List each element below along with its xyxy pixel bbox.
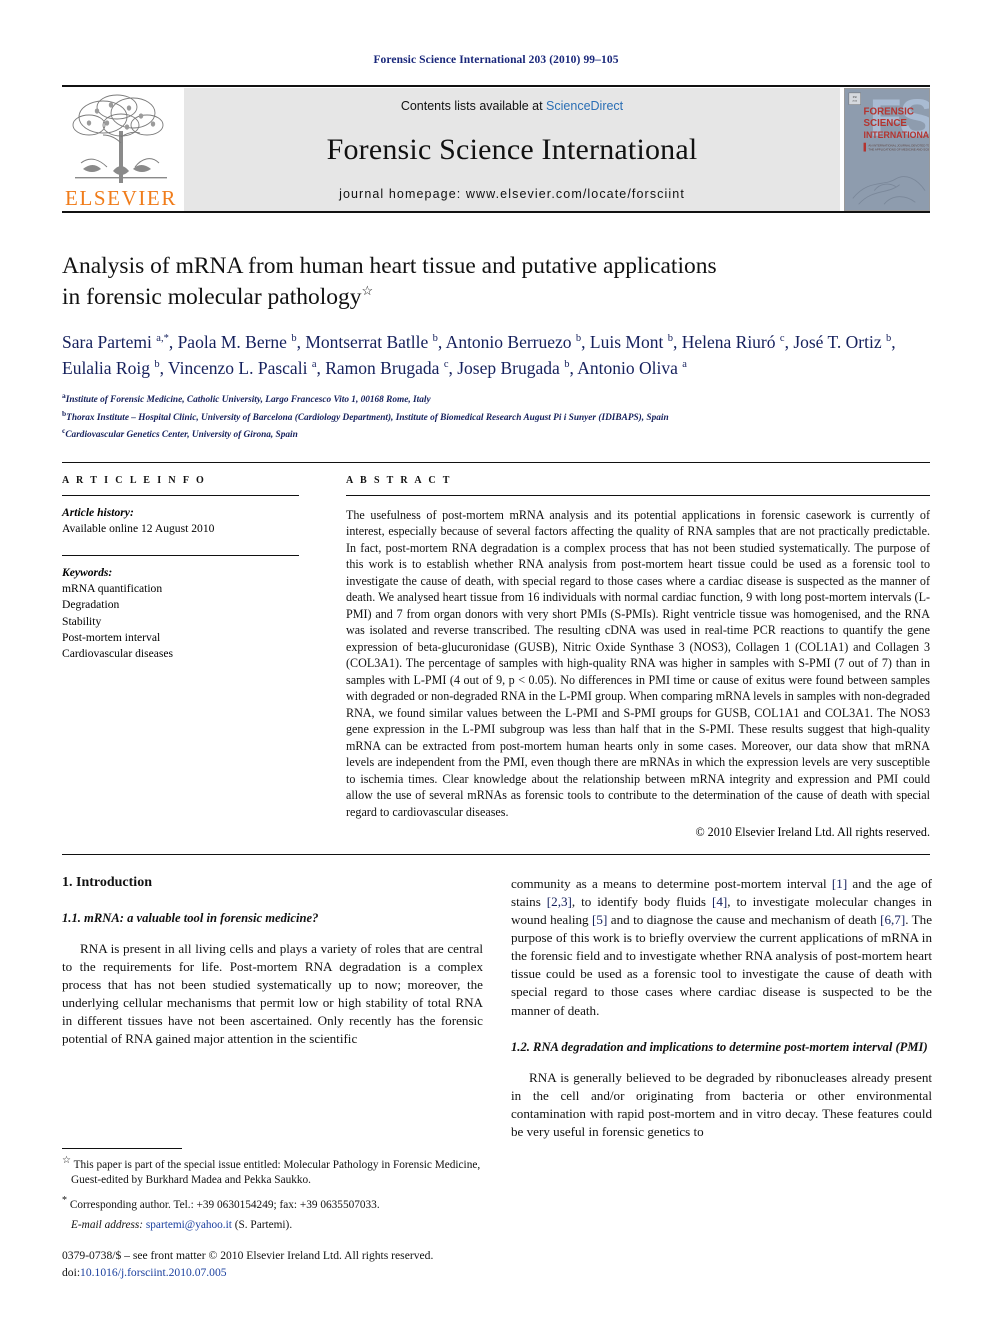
paragraph-intro-right: community as a means to determine post-m… [511,876,933,1018]
footnote-email[interactable]: E-mail address: spartemi@yahoo.it (S. Pa… [62,1218,483,1234]
keyword-item: mRNA quantification [62,582,163,596]
article-info-heading: A R T I C L E I N F O [62,474,207,486]
journal-band: Contents lists available at ScienceDirec… [184,88,840,211]
article-title-line-1: Analysis of mRNA from human heart tissue… [62,253,717,279]
article-history-label: Article history: [62,505,134,519]
svg-text:FSI: FSI [853,96,857,99]
contents-available-line: Contents lists available at ScienceDirec… [401,99,623,113]
abstract-heading: A B S T R A C T [346,474,452,486]
paragraph-intro-left: RNA is present in all living cells and p… [62,941,483,1047]
journal-title: Forensic Science International [326,133,698,166]
affiliation-list: aInstitute of Forensic Medicine, Catholi… [62,390,930,443]
journal-cover-thumbnail[interactable]: FSI 2010 FSI FORENSIC SCIENCE INTERNATIO… [844,88,930,211]
issn-frontmatter-line: 0379-0738/$ – see front matter © 2010 El… [62,1249,434,1262]
affiliation-text-b: Thorax Institute – Hospital Clinic, Univ… [66,412,669,423]
affiliation-b: bThorax Institute – Hospital Clinic, Uni… [62,408,930,426]
footnote-special-issue: ☆ This paper is part of the special issu… [62,1155,481,1187]
running-head: Forensic Science International 203 (2010… [373,54,619,66]
title-footnote-mark[interactable]: ☆ [362,284,374,299]
article-history-value: Available online 12 August 2010 [62,521,215,535]
article-title-line-2: in forensic molecular pathology [62,284,362,311]
keyword-item: Cardiovascular diseases [62,647,174,661]
affiliation-c: cCardiovascular Genetics Center, Univers… [62,425,930,443]
keyword-item: Degradation [62,598,120,612]
page-title: Analysis of mRNA from human heart tissue… [62,251,930,314]
masthead-bottom-rule [62,211,930,213]
subsection-heading-1-2: 1.2. RNA degradation and implications to… [511,1039,928,1054]
doi-line: doi:10.1016/j.forsciint.2010.07.005 [62,1265,532,1282]
article-info-column: A R T I C L E I N F O Article history: A… [62,475,315,841]
svg-text:SCIENCE: SCIENCE [864,118,908,129]
svg-text:THE APPLICATIONS OF MEDICINE A: THE APPLICATIONS OF MEDICINE AND SCIENCE [868,148,929,152]
body-right-column: community as a means to determine post-m… [511,875,932,1141]
cover-artwork: FSI 2010 FSI FORENSIC SCIENCE INTERNATIO… [845,89,929,210]
footnote-block: ☆ This paper is part of the special issu… [62,1148,483,1234]
copyright-line: © 2010 Elsevier Ireland Ltd. All rights … [695,825,930,840]
keywords-label: Keywords: [62,566,113,579]
svg-text:INTERNATIONAL: INTERNATIONAL [864,130,929,140]
journal-homepage-line[interactable]: journal homepage: www.elsevier.com/locat… [339,187,685,201]
paragraph-rna-degradation: RNA is generally believed to be degraded… [511,1069,932,1139]
author-list: Sara Partemi a,*, Paola M. Berne b, Mont… [62,331,896,378]
elsevier-tree-icon [72,94,167,183]
contents-prefix: Contents lists available at [400,99,547,113]
footnote-rule [62,1148,182,1149]
section-heading-introduction: 1. Introduction [62,875,152,891]
abstract-rule [346,494,930,496]
doi-label: doi: [62,1265,81,1279]
body-left-column: 1. Introduction 1.1. mRNA: a valuable to… [62,875,483,1141]
keyword-item: Stability [62,614,102,628]
abstract-column: A B S T R A C T The usefulness of post-m… [315,475,930,841]
title-block: Analysis of mRNA from human heart tissue… [62,251,930,443]
subsection-heading-1-1: 1.1. mRNA: a valuable tool in forensic m… [62,911,319,926]
elsevier-wordmark: ELSEVIER [65,186,177,210]
keyword-item: Post-mortem interval [62,630,161,644]
footnote-corresponding-author: * Corresponding author. Tel.: +39 063015… [62,1194,380,1211]
journal-article-page: Forensic Science International 203 (2010… [0,0,992,1323]
keywords-rule [62,555,299,556]
article-history-group: Article history: Available online 12 Aug… [62,505,299,537]
elsevier-logo: ELSEVIER [62,88,180,211]
svg-text:2010: 2010 [852,101,858,103]
affiliation-text-a: Institute of Forensic Medicine, Catholic… [65,395,431,406]
article-info-rule [62,494,299,496]
imprint-block: 0379-0738/$ – see front matter © 2010 El… [62,1248,532,1282]
sciencedirect-link[interactable]: ScienceDirect [546,99,623,113]
affiliation-text-c: Cardiovascular Genetics Center, Universi… [65,430,298,441]
affiliation-a: aInstitute of Forensic Medicine, Catholi… [62,390,930,408]
abstract-text: The usefulness of post-mortem mRNA analy… [346,507,930,819]
doi-value[interactable]: 10.1016/j.forsciint.2010.07.005 [80,1266,227,1279]
svg-text:FORENSIC: FORENSIC [864,106,914,117]
body-two-column: 1. Introduction 1.1. mRNA: a valuable to… [62,875,932,1141]
journal-masthead: ELSEVIER Contents lists available at Sci… [62,85,930,211]
abstract-bottom-rule [62,854,930,856]
keywords-group: Keywords: mRNA quantification Degradatio… [62,565,299,662]
info-abstract-region: A R T I C L E I N F O Article history: A… [62,461,930,841]
